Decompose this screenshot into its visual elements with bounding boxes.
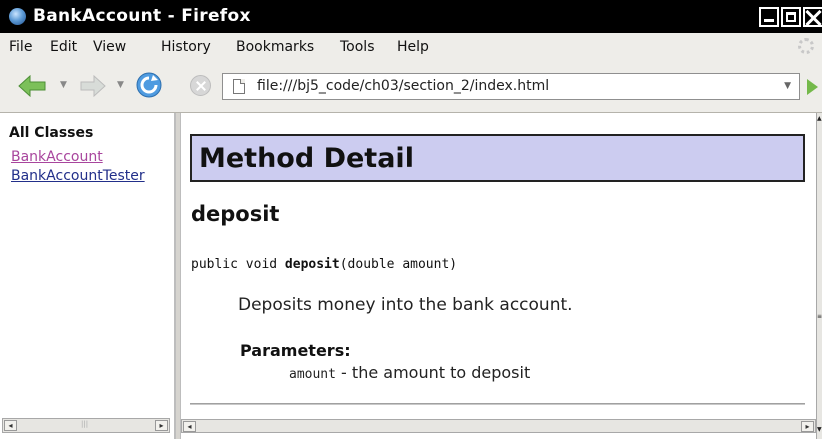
signature-prefix: public void [191, 257, 285, 272]
section-divider [190, 403, 805, 405]
method-name-heading: deposit [191, 202, 280, 226]
reload-icon[interactable] [136, 72, 162, 98]
scroll-left-arrow-icon[interactable]: ◂ [4, 420, 17, 431]
minimize-button[interactable] [759, 7, 779, 27]
signature-params: (double amount) [339, 257, 458, 272]
scroll-down-arrow-icon[interactable]: ▼ [817, 426, 822, 433]
class-list-frame: All Classes BankAccount BankAccountTeste… [0, 113, 175, 439]
content-scroll-left-arrow-icon[interactable]: ◂ [183, 421, 196, 432]
menu-tools[interactable]: Tools [340, 39, 375, 55]
scrollbar-thumb-grip-icon[interactable]: ≡ [817, 313, 822, 320]
signature-name: deposit [284, 257, 340, 272]
menu-view[interactable]: View [93, 39, 126, 55]
title-bar: BankAccount - Firefox [0, 0, 822, 33]
class-link-bankaccount[interactable]: BankAccount [11, 149, 103, 165]
menu-file[interactable]: File [9, 39, 32, 55]
menu-edit[interactable]: Edit [50, 39, 77, 55]
url-dropdown-icon[interactable]: ▼ [784, 81, 791, 91]
close-button[interactable] [803, 7, 822, 27]
parameters-label: Parameters: [240, 341, 351, 360]
firefox-icon [9, 8, 26, 25]
back-arrow-icon[interactable] [18, 75, 46, 97]
method-detail-title: Method Detail [199, 143, 414, 174]
left-frame-horizontal-scrollbar[interactable]: ◂ ||| ▸ [2, 418, 170, 433]
parameter-name: amount [289, 367, 336, 382]
method-description: Deposits money into the bank account. [238, 295, 573, 315]
content-scroll-right-arrow-icon[interactable]: ▸ [801, 421, 814, 432]
maximize-button[interactable] [781, 7, 801, 27]
all-classes-heading: All Classes [9, 125, 94, 141]
menu-bar: File Edit View History Bookmarks Tools H… [0, 33, 822, 60]
scroll-right-arrow-icon[interactable]: ▸ [155, 420, 168, 431]
url-bar[interactable]: file:///bj5_code/ch03/section_2/index.ht… [222, 73, 800, 100]
forward-history-dropdown-icon[interactable]: ▼ [117, 80, 124, 90]
vertical-scrollbar[interactable]: ▲ ≡ ▼ [816, 113, 822, 439]
forward-arrow-icon[interactable] [80, 75, 106, 97]
navigation-toolbar: ▼ ▼ file:///bj5_code/ch03/section_2/inde… [0, 60, 822, 113]
scrollbar-grip-icon: ||| [81, 420, 89, 428]
activity-throbber-icon [798, 38, 814, 54]
menu-history[interactable]: History [161, 39, 211, 55]
parameter-entry: amount - the amount to deposit [289, 363, 530, 382]
content-frame: Method Detail deposit public void deposi… [181, 113, 816, 439]
back-history-dropdown-icon[interactable]: ▼ [60, 80, 67, 90]
content-horizontal-scrollbar[interactable]: ◂ ▸ [181, 419, 816, 433]
go-arrow-icon[interactable] [807, 79, 818, 95]
method-signature: public void deposit(double amount) [191, 257, 457, 272]
class-link-bankaccounttester[interactable]: BankAccountTester [11, 168, 145, 184]
url-input[interactable]: file:///bj5_code/ch03/section_2/index.ht… [257, 78, 549, 94]
menu-bookmarks[interactable]: Bookmarks [236, 39, 314, 55]
page-icon [233, 79, 245, 94]
stop-icon[interactable] [190, 75, 211, 96]
method-detail-header: Method Detail [190, 134, 805, 182]
parameter-description: - the amount to deposit [335, 363, 531, 382]
menu-help[interactable]: Help [397, 39, 429, 55]
window-title: BankAccount - Firefox [33, 6, 251, 26]
scroll-up-arrow-icon[interactable]: ▲ [817, 115, 822, 122]
